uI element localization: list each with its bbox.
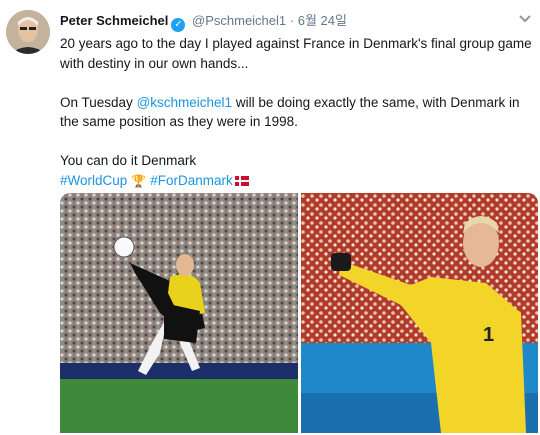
hashtag-fordanmark[interactable]: #ForDanmark	[150, 173, 233, 188]
tweet-media: 1	[60, 193, 538, 433]
verified-badge-icon: ✓	[171, 18, 186, 32]
tweet-line: On Tuesday @kschmeichel1 will be doing e…	[60, 93, 538, 132]
tweet-date[interactable]: 6월 24일	[298, 13, 347, 28]
chevron-down-icon[interactable]	[518, 14, 532, 24]
tweet-line-prefix: On Tuesday	[60, 94, 133, 110]
tweet-header: Peter Schmeichel ✓ @Pschmeichel1 · 6월 24일	[60, 12, 347, 32]
svg-text:1: 1	[483, 324, 494, 346]
tweet-line: 20 years ago to the day I played against…	[60, 36, 532, 71]
user-handle[interactable]: @Pschmeichel1	[192, 13, 286, 28]
avatar[interactable]	[6, 10, 50, 54]
separator: ·	[289, 13, 295, 28]
photo-kasper-2018[interactable]: 1	[301, 193, 538, 433]
display-name[interactable]: Peter Schmeichel	[60, 13, 168, 28]
photo-peter-1998[interactable]	[60, 193, 298, 433]
trophy-emoji-icon: 🏆	[131, 173, 147, 188]
denmark-flag-emoji-icon	[234, 175, 249, 186]
mention-link[interactable]: @kschmeichel1	[137, 95, 233, 110]
tweet-text: 20 years ago to the day I played against…	[60, 34, 538, 191]
tweet-line: You can do it Denmark	[60, 153, 197, 168]
hashtag-worldcup[interactable]: #WorldCup	[60, 173, 127, 188]
hashtag-line: #WorldCup 🏆 #ForDanmark	[60, 171, 538, 192]
tweet: Peter Schmeichel ✓ @Pschmeichel1 · 6월 24일…	[0, 0, 540, 435]
